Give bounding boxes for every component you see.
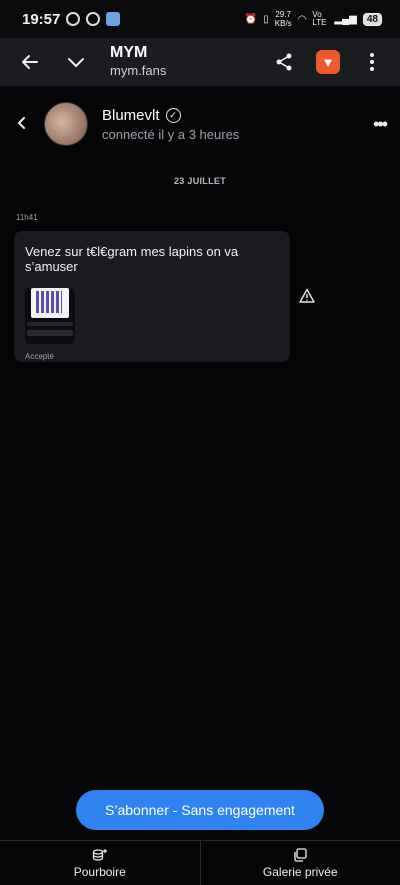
net-speed-value: 29.7 bbox=[275, 10, 291, 19]
share-button[interactable] bbox=[264, 42, 304, 82]
message-time: 11h41 bbox=[16, 213, 38, 222]
notification-icon bbox=[86, 12, 101, 26]
chat-back-button[interactable] bbox=[0, 113, 44, 136]
private-gallery-button[interactable]: Galerie privée bbox=[199, 841, 400, 885]
date-separator: 23 JUILLET bbox=[173, 176, 226, 186]
gallery-copy-icon bbox=[294, 847, 307, 862]
profile-name: Blumevlt bbox=[102, 106, 160, 124]
net-speed-unit: KB/s bbox=[274, 19, 292, 28]
browser-toolbar: MYM mym.fans ▼ bbox=[0, 38, 400, 86]
browser-title-block: MYM mym.fans bbox=[110, 44, 166, 80]
message-status: Accepté bbox=[25, 352, 54, 361]
battery-indicator: 48 bbox=[362, 12, 382, 26]
brave-lion-icon: ▼ bbox=[316, 50, 340, 74]
status-left: 19:57 bbox=[22, 10, 121, 28]
status-right: ⏰ ▯ 29.7 KB/s ◠ Vo LTE ▂▄▆ 48 bbox=[245, 10, 382, 28]
message-bubble: Venez sur t€l€gram mes lapins on va s’am… bbox=[14, 231, 290, 362]
chevron-down-icon bbox=[68, 58, 84, 67]
back-button[interactable] bbox=[10, 42, 50, 82]
private-gallery-label: Galerie privée bbox=[262, 864, 338, 879]
signal-icon: ▂▄▆ bbox=[334, 13, 357, 25]
collapse-button[interactable] bbox=[56, 42, 96, 82]
brave-shields-button[interactable]: ▼ bbox=[308, 42, 348, 82]
browser-menu-button[interactable] bbox=[352, 42, 392, 82]
more-horizontal-icon: ••• bbox=[373, 113, 388, 134]
tip-button[interactable]: Pourboire bbox=[0, 841, 200, 885]
app-notification-icon bbox=[106, 12, 121, 26]
avatar[interactable] bbox=[44, 102, 88, 146]
tip-coins-icon bbox=[92, 848, 107, 861]
status-time: 19:57 bbox=[22, 10, 61, 28]
verified-check-icon: ✓ bbox=[165, 107, 181, 123]
chevron-left-icon bbox=[18, 116, 25, 129]
qr-code-image bbox=[31, 288, 69, 318]
share-icon bbox=[276, 53, 292, 71]
vibrate-icon: ▯ bbox=[263, 13, 269, 25]
profile-info[interactable]: Blumevlt ✓ connecté il y a 3 heures bbox=[102, 107, 239, 142]
report-button[interactable] bbox=[299, 288, 315, 304]
subscribe-button[interactable]: S’abonner - Sans engagement bbox=[76, 790, 324, 830]
net-speed: 29.7 KB/s bbox=[275, 10, 292, 28]
back-arrow-icon bbox=[22, 55, 38, 69]
profile-name-row: Blumevlt ✓ bbox=[102, 107, 239, 124]
network-type: Vo LTE bbox=[312, 10, 327, 27]
notification-icon bbox=[66, 12, 81, 26]
chat-header: Blumevlt ✓ connecté il y a 3 heures ••• bbox=[0, 86, 400, 162]
bottom-nav: Pourboire Galerie privée bbox=[0, 840, 400, 885]
chat-options-button[interactable]: ••• bbox=[373, 113, 388, 135]
page-title: MYM bbox=[110, 44, 148, 61]
status-bar: 19:57 ⏰ ▯ 29.7 KB/s ◠ Vo LTE ▂▄▆ 48 bbox=[0, 0, 400, 38]
browser-actions: ▼ bbox=[264, 42, 392, 82]
more-vertical-icon bbox=[370, 53, 374, 71]
warning-icon bbox=[299, 288, 315, 303]
page-domain: mym.fans bbox=[110, 63, 167, 78]
message-text: Venez sur t€l€gram mes lapins on va s’am… bbox=[25, 244, 239, 274]
media-thumbnail[interactable] bbox=[25, 288, 75, 344]
alarm-icon: ⏰ bbox=[244, 13, 258, 25]
profile-presence: connecté il y a 3 heures bbox=[102, 126, 240, 142]
wifi-icon: ◠ bbox=[297, 13, 307, 25]
tip-label: Pourboire bbox=[73, 864, 126, 879]
